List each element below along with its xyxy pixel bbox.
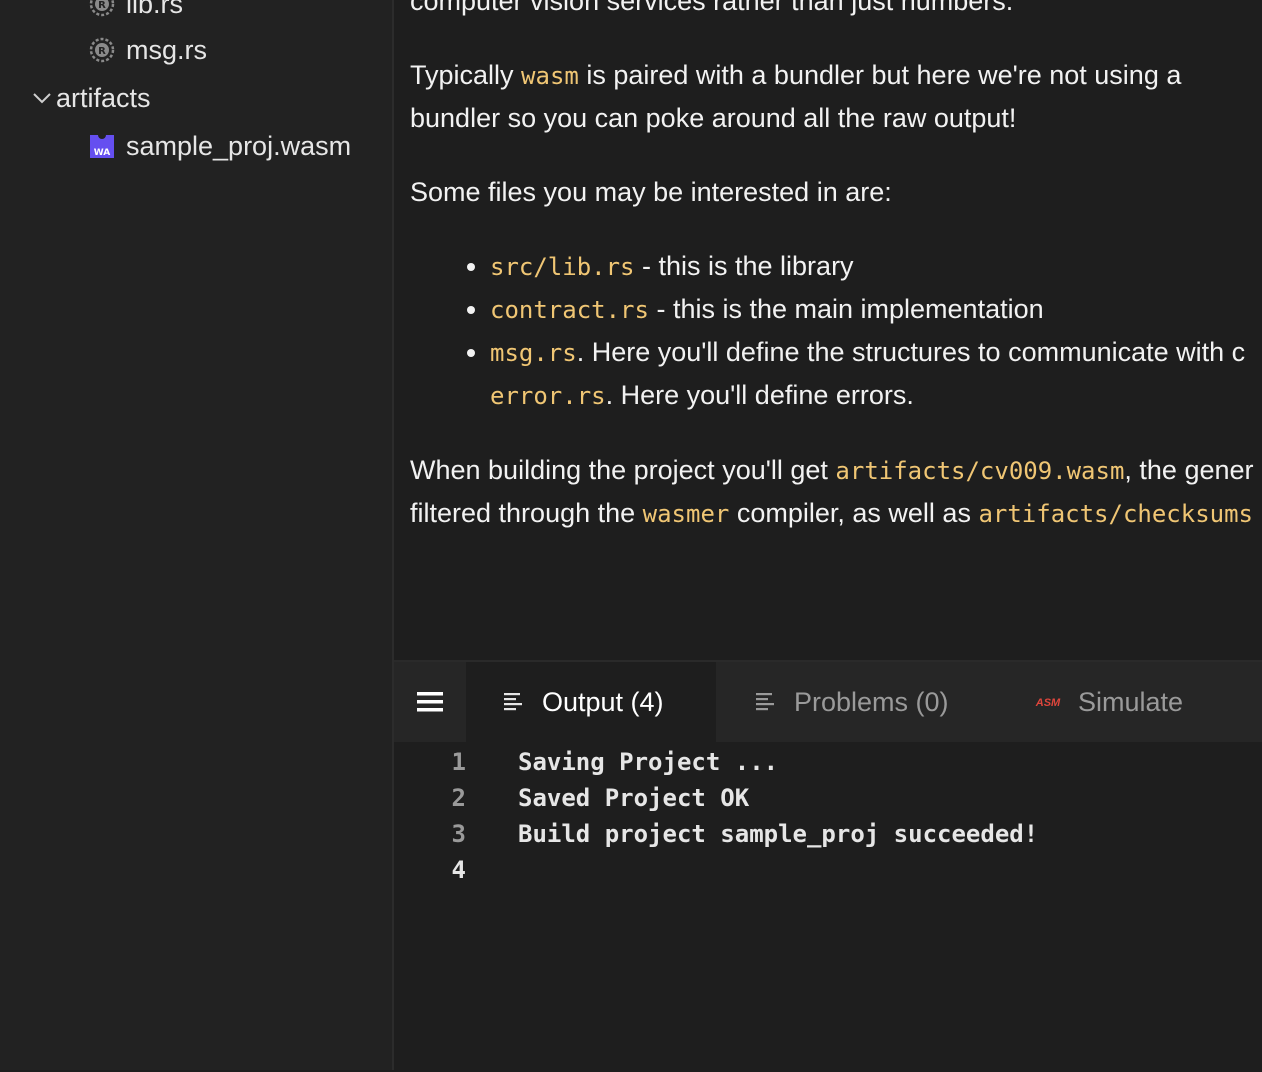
file-explorer: R lib.rs R msg.rs artifacts WA sample_pr… <box>0 0 394 1070</box>
file-label: sample_proj.wasm <box>126 130 352 161</box>
svg-text:ASM: ASM <box>1035 697 1061 709</box>
folder-label: artifacts <box>56 82 151 113</box>
hamburger-menu-icon <box>417 692 443 712</box>
tab-label: Problems (0) <box>794 686 949 717</box>
list-item: contract.rs - this is the main implement… <box>490 288 1262 331</box>
rust-icon: R <box>88 36 116 64</box>
svg-text:R: R <box>98 0 106 11</box>
tab-output[interactable]: Output (4) <box>466 662 716 742</box>
file-item-lib-rs[interactable]: R lib.rs <box>88 0 183 24</box>
output-line: 4 <box>394 852 1262 888</box>
readme-paragraph: computer vision services rather than jus… <box>410 0 1014 16</box>
output-text: Saving Project ... <box>518 748 779 776</box>
inline-code: artifacts/checksums <box>978 500 1253 528</box>
file-label: lib.rs <box>126 0 184 19</box>
output-line: 1 Saving Project ... <box>394 744 1262 780</box>
wasm-icon: WA <box>88 132 116 160</box>
tab-label: Output (4) <box>542 686 664 717</box>
chevron-down-icon <box>28 84 56 112</box>
output-line: 3 Build project sample_proj succeeded! <box>394 816 1262 852</box>
list-icon <box>752 688 780 716</box>
panel-tab-bar: Output (4) Problems (0) ASM Simulate <box>394 662 1262 742</box>
rust-icon: R <box>88 0 116 18</box>
file-item-sample-proj-wasm[interactable]: WA sample_proj.wasm <box>88 126 351 166</box>
inline-code: error.rs <box>490 382 606 410</box>
list-item: src/lib.rs - this is the library <box>490 245 1262 288</box>
output-log[interactable]: 1 Saving Project ... 2 Saved Project OK … <box>394 744 1262 1072</box>
line-number: 3 <box>451 820 466 848</box>
line-number: 4 <box>451 856 466 884</box>
inline-code: wasm <box>521 62 579 90</box>
output-text: Saved Project OK <box>518 784 750 812</box>
folder-item-artifacts[interactable]: artifacts <box>28 78 151 118</box>
tab-label: Simulate <box>1078 686 1184 717</box>
inline-code: msg.rs <box>490 339 577 367</box>
asm-icon: ASM <box>1032 688 1064 716</box>
readme-paragraph: When building the project you'll get art… <box>410 455 1254 528</box>
readme-paragraph: Some files you may be interested in are: <box>410 177 892 207</box>
output-panel: Output (4) Problems (0) ASM Simulate 1 S… <box>394 660 1262 1072</box>
inline-code: src/lib.rs <box>490 253 635 281</box>
output-text: Build project sample_proj succeeded! <box>518 820 1039 848</box>
file-label: msg.rs <box>126 34 207 65</box>
svg-text:WA: WA <box>94 148 111 158</box>
line-number: 1 <box>451 748 466 776</box>
list-icon <box>500 688 528 716</box>
readme-paragraph: Typically wasm is paired with a bundler … <box>410 60 1182 133</box>
tab-problems[interactable]: Problems (0) <box>752 662 1002 742</box>
readme-file-list: src/lib.rs - this is the library contrac… <box>410 245 1262 417</box>
output-line: 2 Saved Project OK <box>394 780 1262 816</box>
inline-code: wasmer <box>642 500 730 528</box>
panel-menu-button[interactable] <box>394 662 466 742</box>
file-item-msg-rs[interactable]: R msg.rs <box>88 30 207 70</box>
inline-code: artifacts/cv009.wasm <box>835 457 1125 485</box>
line-number: 2 <box>451 784 466 812</box>
svg-text:R: R <box>98 46 106 57</box>
readme-preview: computer vision services rather than jus… <box>394 0 1262 660</box>
tab-simulate[interactable]: ASM Simulate <box>1032 662 1252 742</box>
list-item: msg.rs. Here you'll define the structure… <box>490 331 1262 417</box>
inline-code: contract.rs <box>490 296 649 324</box>
